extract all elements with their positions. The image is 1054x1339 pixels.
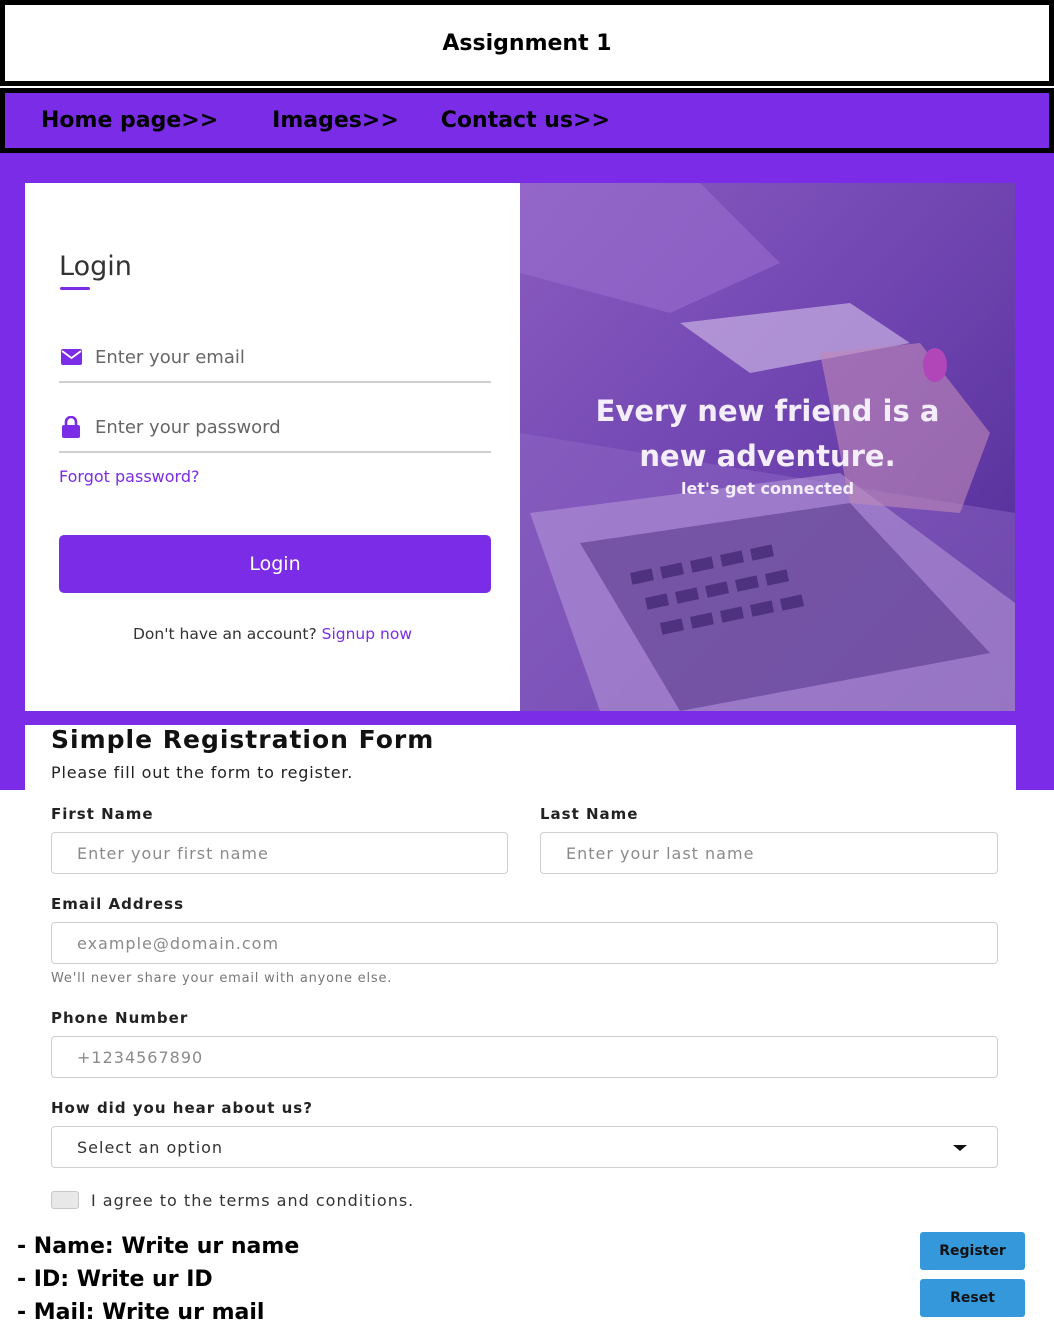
email-input[interactable] [51,922,998,964]
source-select-value: Select an option [77,1137,224,1157]
source-label: How did you hear about us? [51,1099,313,1117]
registration-title: Simple Registration Form [51,725,435,754]
login-email-input[interactable] [95,346,475,368]
email-label: Email Address [51,895,185,913]
nav-home-link[interactable]: Home page>> [41,108,218,133]
signup-link[interactable]: Signup now [322,625,412,643]
nav-bar: Home page>> Images>> Contact us>> [0,88,1054,153]
login-title: Login [59,251,132,282]
hero-text: Every new friend is a new adventure. let… [520,389,1015,498]
login-password-input[interactable] [95,416,475,438]
last-name-label: Last Name [540,805,639,823]
phone-input[interactable] [51,1036,998,1078]
login-email-field [59,333,491,383]
terms-checkbox[interactable] [51,1191,79,1209]
registration-header: Simple Registration Form Please fill out… [25,725,1016,791]
first-name-input[interactable] [51,832,508,874]
terms-label: I agree to the terms and conditions. [91,1191,415,1210]
forgot-password-link[interactable]: Forgot password? [59,467,199,486]
info-mail: - Mail: Write ur mail [17,1300,265,1325]
lock-icon [60,416,82,438]
first-name-label: First Name [51,805,154,823]
email-help-text: We'll never share your email with anyone… [51,971,393,986]
nav-contact-link[interactable]: Contact us>> [441,108,610,133]
assignment-title: Assignment 1 [442,30,612,56]
phone-label: Phone Number [51,1009,189,1027]
assignment-header: Assignment 1 [0,0,1054,86]
info-name: - Name: Write ur name [17,1234,300,1259]
last-name-input[interactable] [540,832,998,874]
hero-image-panel: Every new friend is a new adventure. let… [520,183,1015,711]
hero-headline-line1: Every new friend is a [595,394,940,428]
reset-button[interactable]: Reset [920,1279,1025,1317]
caret-down-icon [953,1145,967,1151]
login-title-underline [60,287,90,290]
nav-images-link[interactable]: Images>> [272,108,399,133]
login-button[interactable]: Login [59,535,491,593]
hero-headline-line2: new adventure. [639,439,896,473]
envelope-icon [60,347,82,367]
info-id: - ID: Write ur ID [17,1267,213,1292]
login-card: Login Forgot password? Login Don't have … [25,183,520,711]
no-account-text: Don't have an account? [132,625,322,643]
register-button[interactable]: Register [920,1232,1025,1270]
login-password-field [59,403,491,453]
hero-subtitle: let's get connected [680,479,855,498]
source-select[interactable]: Select an option [51,1126,998,1168]
signup-prompt: Don't have an account? Signup now [25,625,520,643]
registration-subtitle: Please fill out the form to register. [51,763,354,782]
